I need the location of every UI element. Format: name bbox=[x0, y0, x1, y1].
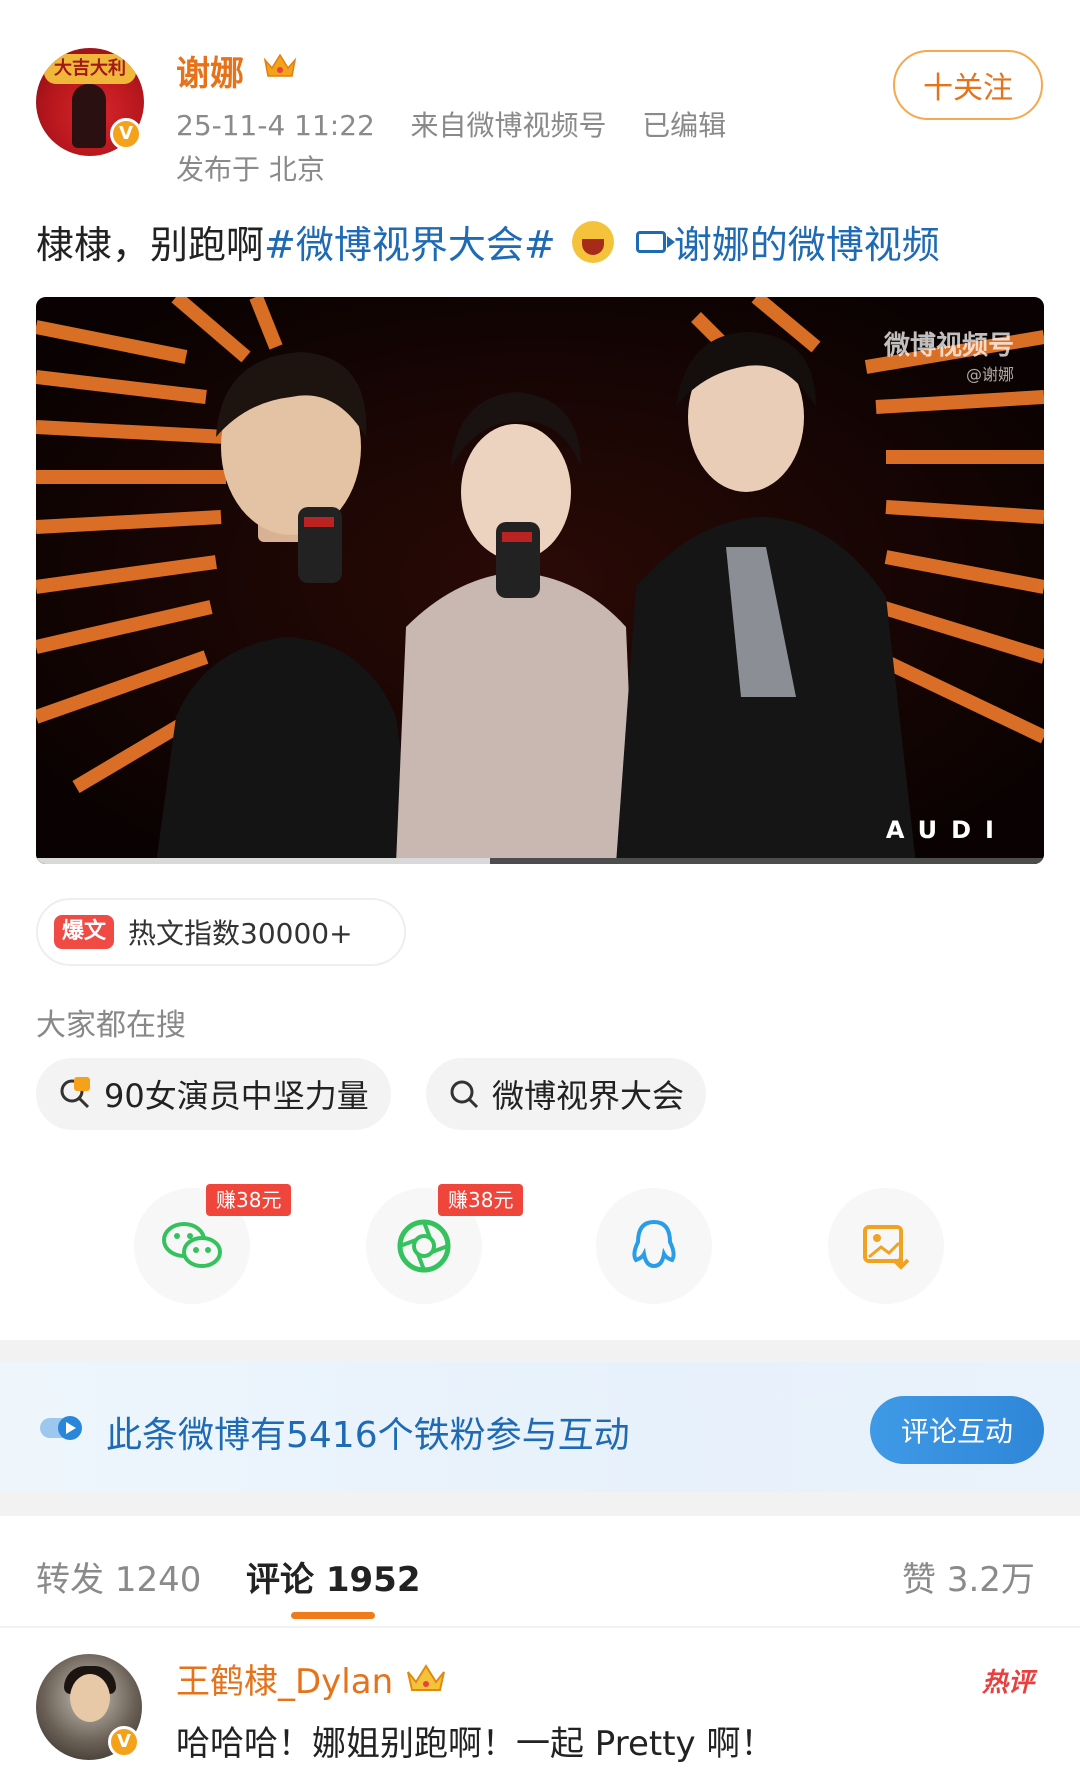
fan-interaction-banner: 此条微博有5416个铁粉参与互动 评论互动 bbox=[0, 1362, 1080, 1492]
hot-tag: 爆文 bbox=[54, 915, 115, 949]
tab-like-count: 3.2万 bbox=[946, 1560, 1035, 1600]
video-link[interactable]: 谢娜的微博视频 bbox=[674, 214, 940, 269]
video-brand-text: AUDI bbox=[885, 816, 1008, 844]
hot-comment-badge: 热评 bbox=[982, 1668, 1035, 1698]
laughing-emoji-icon bbox=[571, 220, 614, 263]
comment-text: 哈哈哈！娜姐别跑啊！一起 Pretty 啊！ bbox=[176, 1724, 775, 1764]
save-image-button[interactable] bbox=[828, 1188, 944, 1304]
post-text: 棣棣，别跑啊 bbox=[36, 223, 265, 267]
search-icon bbox=[450, 1080, 479, 1109]
tab-like-label: 赞 bbox=[902, 1560, 936, 1600]
verified-badge-icon: V bbox=[110, 118, 142, 150]
verified-badge-icon: V bbox=[108, 1726, 140, 1758]
video-frame bbox=[36, 297, 1044, 864]
avatar-banner-text: 大吉大利 bbox=[44, 54, 136, 84]
edited-label[interactable]: 已编辑 bbox=[642, 109, 726, 142]
video-player[interactable]: 微博视频号 @谢娜 AUDI bbox=[36, 297, 1044, 864]
post-source[interactable]: 来自微博视频号 bbox=[411, 109, 607, 142]
commenter-name[interactable]: 王鹤棣_Dylan bbox=[176, 1654, 393, 1703]
video-progress-fill bbox=[36, 858, 490, 864]
tab-like[interactable]: 赞 3.2万 bbox=[902, 1552, 1035, 1601]
tab-repost-count: 1240 bbox=[114, 1560, 202, 1600]
post-meta-line: 25-11-4 11:22 来自微博视频号 已编辑 bbox=[176, 104, 726, 144]
search-chip-label: 90女演员中坚力量 bbox=[104, 1077, 369, 1115]
search-section-title: 大家都在搜 bbox=[36, 1008, 186, 1043]
qq-icon bbox=[632, 1219, 676, 1269]
comment-interact-button[interactable]: 评论互动 bbox=[870, 1396, 1044, 1464]
fan-toggle-icon bbox=[40, 1416, 82, 1440]
video-progress-bar[interactable] bbox=[36, 858, 1044, 864]
crown-icon bbox=[263, 53, 297, 77]
active-tab-indicator bbox=[291, 1612, 375, 1619]
post-content: 棣棣，别跑啊 #微博视界大会# 谢娜的微博视频 bbox=[36, 214, 940, 269]
moments-icon bbox=[397, 1219, 451, 1273]
search-chip-label: 微博视界大会 bbox=[492, 1077, 685, 1115]
post-location: 发布于 北京 bbox=[176, 153, 325, 186]
tab-repost[interactable]: 转发 1240 bbox=[36, 1552, 201, 1601]
search-chip[interactable]: 90女演员中坚力量 bbox=[36, 1058, 391, 1130]
post-timestamp: 25-11-4 11:22 bbox=[176, 109, 375, 142]
tab-comment-count: 1952 bbox=[325, 1560, 421, 1600]
tab-comment[interactable]: 评论 1952 bbox=[246, 1552, 420, 1601]
fan-interaction-text: 此条微博有5416个铁粉参与互动 bbox=[106, 1415, 630, 1456]
hot-article-badge[interactable]: 爆文 热文指数30000+ bbox=[36, 898, 406, 966]
section-divider bbox=[0, 1340, 1080, 1362]
video-camera-icon bbox=[635, 230, 675, 253]
weibo-post-page: 大吉大利 V 谢娜 25-11-4 11:22 来自微博视频号 已编辑 发布于 … bbox=[0, 0, 1080, 1785]
hot-index-text: 热文指数30000+ bbox=[128, 917, 353, 950]
tab-comment-label: 评论 bbox=[246, 1560, 314, 1600]
hashtag-link[interactable]: #微博视界大会# bbox=[264, 214, 556, 269]
tab-divider bbox=[0, 1626, 1080, 1628]
avatar-figure bbox=[72, 84, 106, 148]
search-chip[interactable]: 微博视界大会 bbox=[426, 1058, 707, 1130]
earn-badge: 赚38元 bbox=[438, 1184, 524, 1216]
crown-icon bbox=[407, 1664, 445, 1691]
hot-search-icon bbox=[60, 1077, 90, 1109]
author-name[interactable]: 谢娜 bbox=[176, 46, 244, 95]
follow-button[interactable]: 十关注 bbox=[893, 50, 1043, 120]
share-qq-button[interactable] bbox=[596, 1188, 712, 1304]
section-divider bbox=[0, 1492, 1080, 1516]
wechat-icon bbox=[162, 1222, 222, 1268]
video-watermark-sub: @谢娜 bbox=[965, 365, 1014, 384]
save-image-icon bbox=[863, 1225, 910, 1270]
video-watermark: 微博视频号 bbox=[883, 331, 1014, 361]
tab-repost-label: 转发 bbox=[36, 1560, 104, 1600]
earn-badge: 赚38元 bbox=[206, 1184, 292, 1216]
avatar-face bbox=[70, 1674, 110, 1722]
